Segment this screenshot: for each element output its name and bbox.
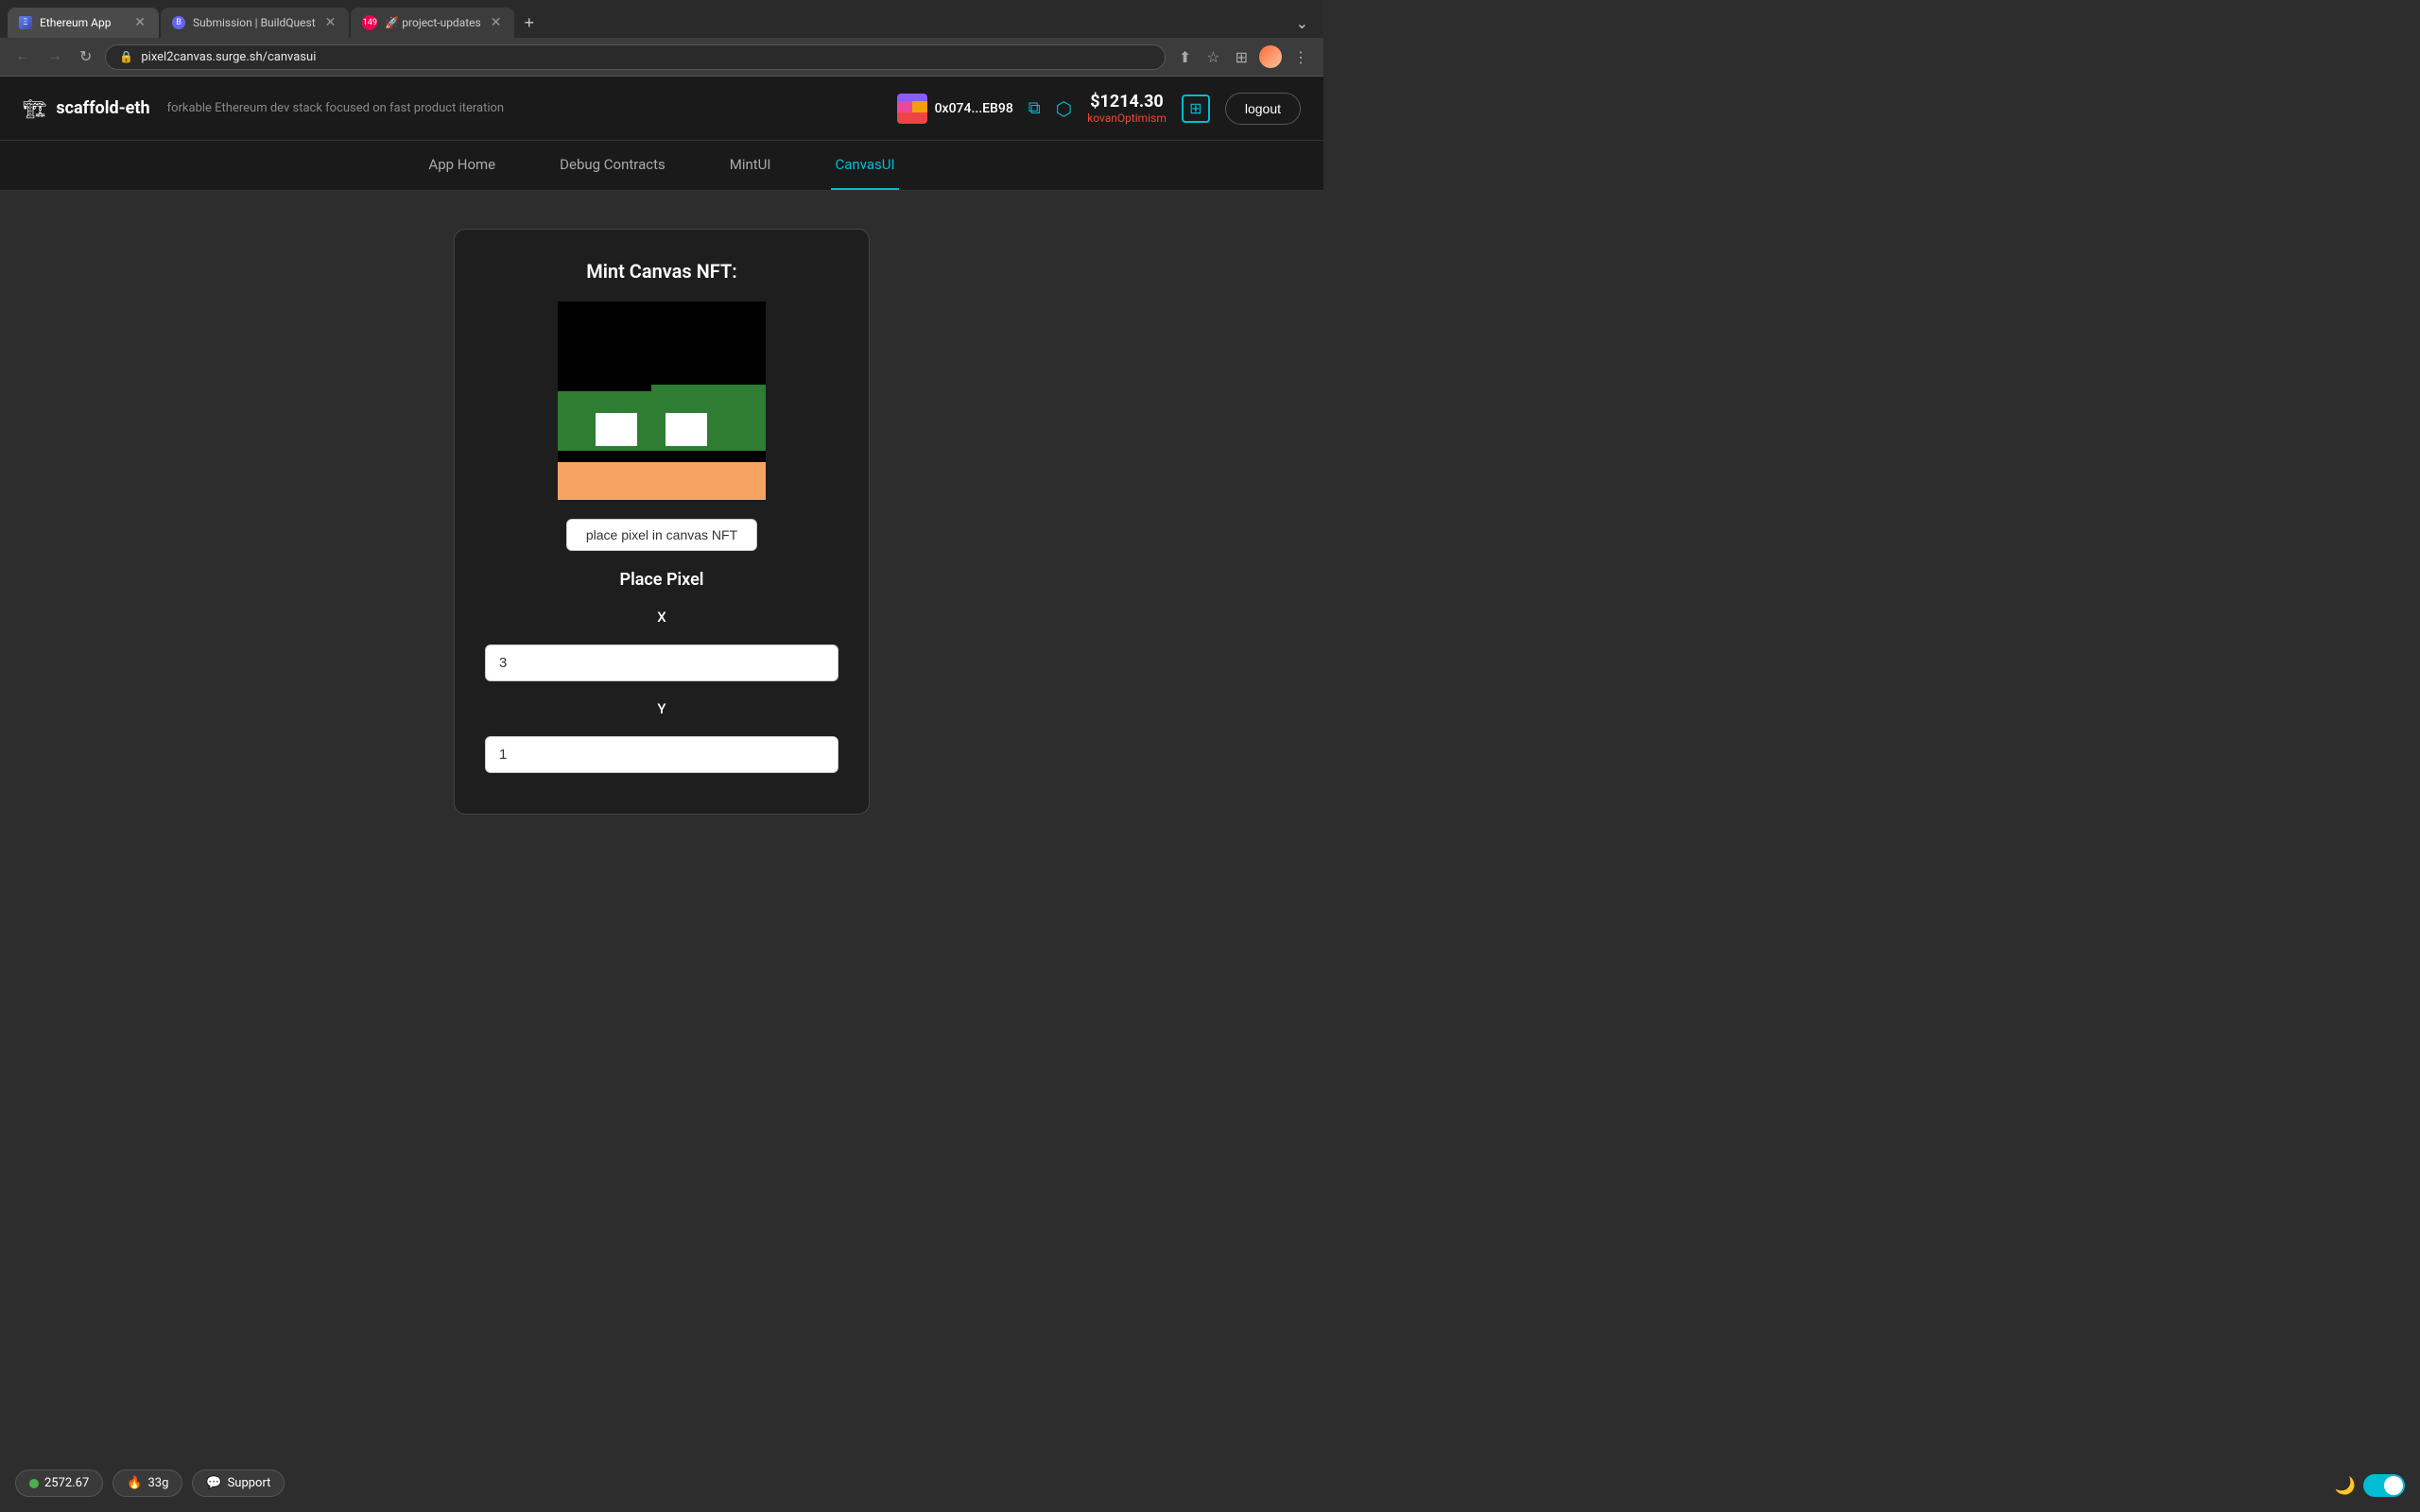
y-input[interactable] xyxy=(485,736,838,773)
balance-status-dot xyxy=(29,1479,39,1488)
header-right: 0x074...EB98 ⧉ ⬡ $1214.30 kovanOptimism … xyxy=(897,92,1301,125)
balance-section: $1214.30 kovanOptimism xyxy=(1087,92,1167,125)
network-icon: ⬡ xyxy=(1056,97,1072,120)
support-badge[interactable]: 💬 Support xyxy=(192,1469,285,1497)
bookmark-icon[interactable]: ☆ xyxy=(1202,44,1223,70)
gas-value: 33g xyxy=(147,1476,168,1490)
forward-button[interactable]: → xyxy=(43,44,66,69)
menu-icon[interactable]: ⋮ xyxy=(1289,44,1312,70)
tab-title-updates: 🚀 project-updates xyxy=(385,16,480,29)
balance-badge[interactable]: 2572.67 xyxy=(15,1469,103,1497)
tab-title-bq: Submission | BuildQuest xyxy=(193,16,316,29)
brand: 🏗 scaffold-eth forkable Ethereum dev sta… xyxy=(23,97,504,120)
refresh-button[interactable]: ↻ xyxy=(76,43,95,70)
main-content: Mint Canvas NFT: place pixel in canvas N… xyxy=(0,191,1323,852)
canvas-eye-left xyxy=(596,413,637,447)
balance-value: 2572.67 xyxy=(44,1476,89,1490)
dark-mode-switch[interactable] xyxy=(2363,1474,2405,1497)
brand-description: forkable Ethereum dev stack focused on f… xyxy=(167,101,505,115)
gas-badge[interactable]: 🔥 33g xyxy=(112,1469,182,1497)
tab-buildquest[interactable]: B Submission | BuildQuest ✕ xyxy=(161,8,349,38)
place-pixel-button[interactable]: place pixel in canvas NFT xyxy=(566,519,757,551)
profile-avatar[interactable] xyxy=(1259,45,1282,68)
x-label: X xyxy=(657,609,666,626)
place-pixel-title: Place Pixel xyxy=(620,570,704,590)
canvas-eye-right xyxy=(666,413,707,447)
tab-bar: Ξ Ethereum App ✕ B Submission | BuildQue… xyxy=(0,0,1323,38)
tab-ethereum-app[interactable]: Ξ Ethereum App ✕ xyxy=(8,8,159,38)
canvas-green-main-layer xyxy=(558,391,766,451)
app-header: 🏗 scaffold-eth forkable Ethereum dev sta… xyxy=(0,77,1323,141)
tab-close-bq[interactable]: ✕ xyxy=(323,13,338,32)
moon-icon: 🌙 xyxy=(2335,1476,2356,1496)
address-bar-actions: ⬆ ☆ ⊞ ⋮ xyxy=(1175,44,1312,70)
copy-address-icon[interactable]: ⧉ xyxy=(1028,98,1041,118)
tab-close-updates[interactable]: ✕ xyxy=(489,13,504,32)
nav-item-debug-contracts[interactable]: Debug Contracts xyxy=(556,141,669,190)
wallet-address-text: 0x074...EB98 xyxy=(935,101,1013,116)
network-name: kovanOptimism xyxy=(1087,112,1167,125)
tab-favicon-bq: B xyxy=(172,16,185,29)
tab-close-eth[interactable]: ✕ xyxy=(132,13,147,32)
lock-icon: 🔒 xyxy=(119,50,133,63)
new-tab-button[interactable]: + xyxy=(516,9,542,37)
support-label: Support xyxy=(228,1476,271,1490)
balance-amount: $1214.30 xyxy=(1090,92,1164,112)
canvas-tan-layer xyxy=(558,462,766,500)
url-text: pixel2canvas.surge.sh/canvasui xyxy=(141,50,316,64)
canvas-black-layer xyxy=(558,301,766,391)
tab-title-eth: Ethereum App xyxy=(40,16,125,29)
x-input[interactable] xyxy=(485,644,838,681)
card-title: Mint Canvas NFT: xyxy=(586,260,737,283)
fire-icon: 🔥 xyxy=(127,1476,142,1490)
brand-name: scaffold-eth xyxy=(56,98,149,118)
extensions-icon[interactable]: ⊞ xyxy=(1232,44,1252,70)
url-bar[interactable]: 🔒 pixel2canvas.surge.sh/canvasui xyxy=(105,44,1165,70)
tab-favicon-eth: Ξ xyxy=(19,16,32,29)
brand-icon: 🏗 xyxy=(23,97,46,120)
tab-project-updates[interactable]: 149 🚀 project-updates ✕ xyxy=(351,8,514,38)
wallet-address-section: 0x074...EB98 xyxy=(897,94,1013,124)
tab-overflow-button[interactable]: ⌄ xyxy=(1288,10,1316,36)
y-label: Y xyxy=(657,700,666,717)
tab-badge-notifications: 149 xyxy=(362,15,377,30)
nav-item-mint-ui[interactable]: MintUI xyxy=(726,141,775,190)
address-bar: ← → ↻ 🔒 pixel2canvas.surge.sh/canvasui ⬆… xyxy=(0,38,1323,76)
navigation: App Home Debug Contracts MintUI CanvasUI xyxy=(0,141,1323,191)
canvas-card: Mint Canvas NFT: place pixel in canvas N… xyxy=(454,229,870,815)
back-button[interactable]: ← xyxy=(11,44,34,69)
browser-chrome: Ξ Ethereum App ✕ B Submission | BuildQue… xyxy=(0,0,1323,77)
toggle-thumb xyxy=(2384,1476,2403,1495)
bottom-bar: 2572.67 🔥 33g 💬 Support xyxy=(15,1469,285,1497)
dark-mode-toggle: 🌙 xyxy=(2335,1474,2405,1497)
logout-button[interactable]: logout xyxy=(1225,93,1301,125)
pixel-canvas xyxy=(558,301,766,500)
wallet-qr-icon[interactable]: ⊞ xyxy=(1182,94,1210,123)
share-icon[interactable]: ⬆ xyxy=(1175,44,1195,70)
nav-item-canvas-ui[interactable]: CanvasUI xyxy=(831,141,898,190)
nav-item-app-home[interactable]: App Home xyxy=(424,141,499,190)
chat-icon: 💬 xyxy=(206,1476,221,1490)
wallet-avatar xyxy=(897,94,927,124)
